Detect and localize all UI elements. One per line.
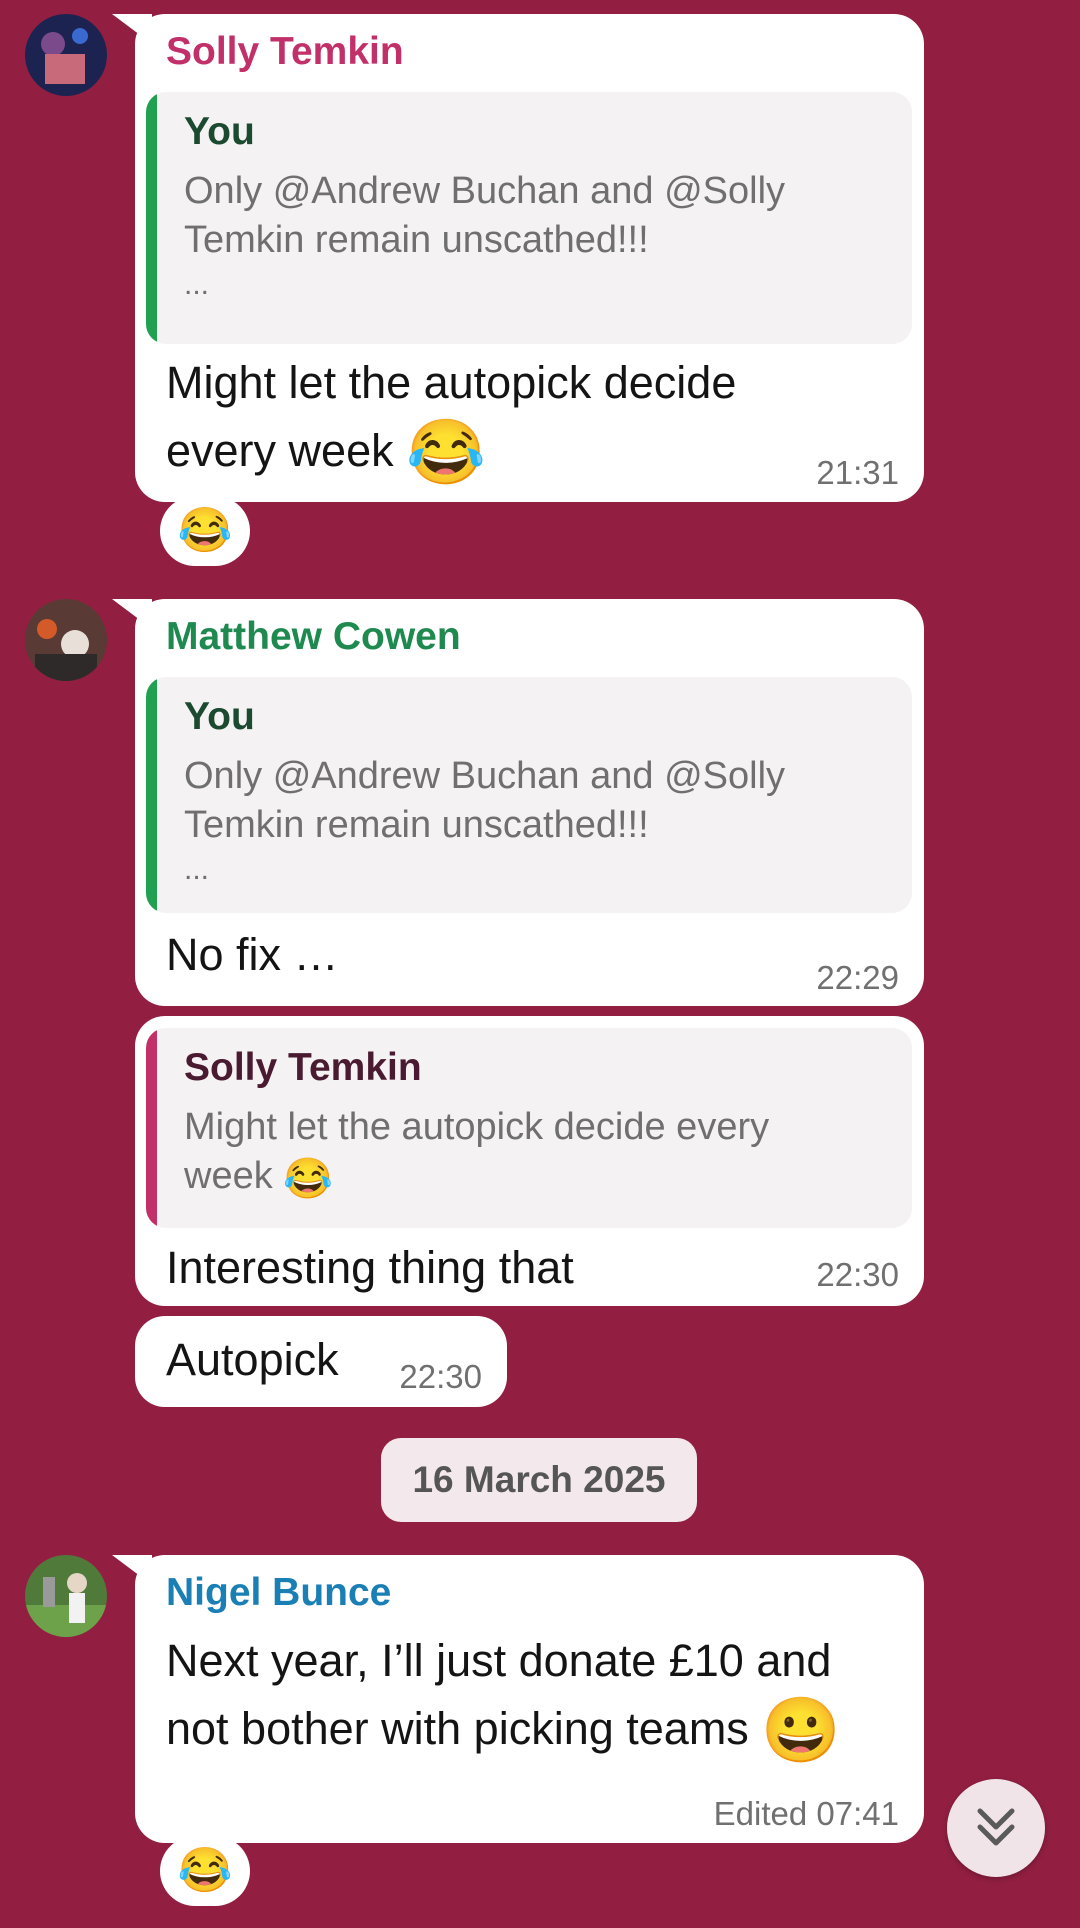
message-text: Might let the autopick decide xyxy=(166,357,737,408)
quote-sender: You xyxy=(184,110,255,153)
avatar-matthew-cowen[interactable] xyxy=(25,599,107,681)
quote-sender: Solly Temkin xyxy=(184,1046,422,1089)
avatar-nigel-bunce[interactable] xyxy=(25,1555,107,1637)
message-text: No fix … xyxy=(166,929,339,980)
message-text: Next year, I’ll just donate £10 and xyxy=(166,1635,832,1686)
joy-emoji-icon: 😂 xyxy=(406,416,486,488)
scroll-to-bottom-button[interactable] xyxy=(947,1779,1045,1877)
joy-emoji-icon: 😂 xyxy=(283,1157,334,1201)
message-time: 22:29 xyxy=(816,959,899,996)
quote-ellipsis: ... xyxy=(184,268,210,301)
message-text: Interesting thing that xyxy=(166,1242,574,1293)
grinning-emoji-icon: 😀 xyxy=(761,1694,842,1766)
message-time: 22:30 xyxy=(816,1256,899,1293)
sender-name[interactable]: Matthew Cowen xyxy=(166,615,461,659)
message-bubble[interactable]: Nigel Bunce Next year, I’ll just donate … xyxy=(135,1555,924,1843)
quote-text-word: week xyxy=(184,1155,273,1197)
avatar-solly-temkin[interactable] xyxy=(25,14,107,96)
quote-bar xyxy=(146,677,157,913)
message-time: 21:31 xyxy=(816,454,899,491)
double-chevron-down-icon xyxy=(977,1808,1015,1846)
quote-text-line: Temkin remain unscathed!!! xyxy=(184,804,649,846)
message-text-line: every week xyxy=(166,425,394,476)
message-bubble[interactable]: Solly Temkin Might let the autopick deci… xyxy=(135,1016,924,1306)
reaction-joy-icon[interactable]: 😂 xyxy=(160,496,250,566)
quote-text-line: Might let the autopick decide every xyxy=(184,1106,770,1148)
message-text: Autopick xyxy=(166,1334,339,1385)
sender-name[interactable]: Nigel Bunce xyxy=(166,1571,391,1615)
date-separator: 16 March 2025 xyxy=(381,1438,697,1522)
message-text: every week 😂 xyxy=(166,417,486,486)
reply-quote[interactable]: You Only @Andrew Buchan and @Solly Temki… xyxy=(146,677,912,913)
message-bubble[interactable]: Solly Temkin You Only @Andrew Buchan and… xyxy=(135,14,924,502)
reaction-joy-icon[interactable]: 😂 xyxy=(160,1836,250,1906)
message-bubble[interactable]: Autopick 22:30 xyxy=(135,1316,507,1407)
message-text: not bother with picking teams 😀 xyxy=(166,1695,841,1764)
quote-text-line: Only @Andrew Buchan and @Solly xyxy=(184,755,786,797)
quote-text-line: Only @Andrew Buchan and @Solly xyxy=(184,170,786,212)
reply-quote[interactable]: Solly Temkin Might let the autopick deci… xyxy=(146,1028,912,1228)
quote-text-line: Temkin remain unscathed!!! xyxy=(184,219,649,261)
message-time: Edited 07:41 xyxy=(713,1795,899,1832)
quote-bar xyxy=(146,1028,157,1228)
message-time: 22:30 xyxy=(399,1358,482,1395)
message-text-line: not bother with picking teams xyxy=(166,1703,749,1754)
sender-name[interactable]: Solly Temkin xyxy=(166,30,404,74)
reply-quote[interactable]: You Only @Andrew Buchan and @Solly Temki… xyxy=(146,92,912,344)
quote-sender: You xyxy=(184,695,255,738)
quote-ellipsis: ... xyxy=(184,853,210,886)
message-bubble[interactable]: Matthew Cowen You Only @Andrew Buchan an… xyxy=(135,599,924,1006)
quote-text-line: week 😂 xyxy=(184,1152,333,1204)
quote-bar xyxy=(146,92,157,344)
